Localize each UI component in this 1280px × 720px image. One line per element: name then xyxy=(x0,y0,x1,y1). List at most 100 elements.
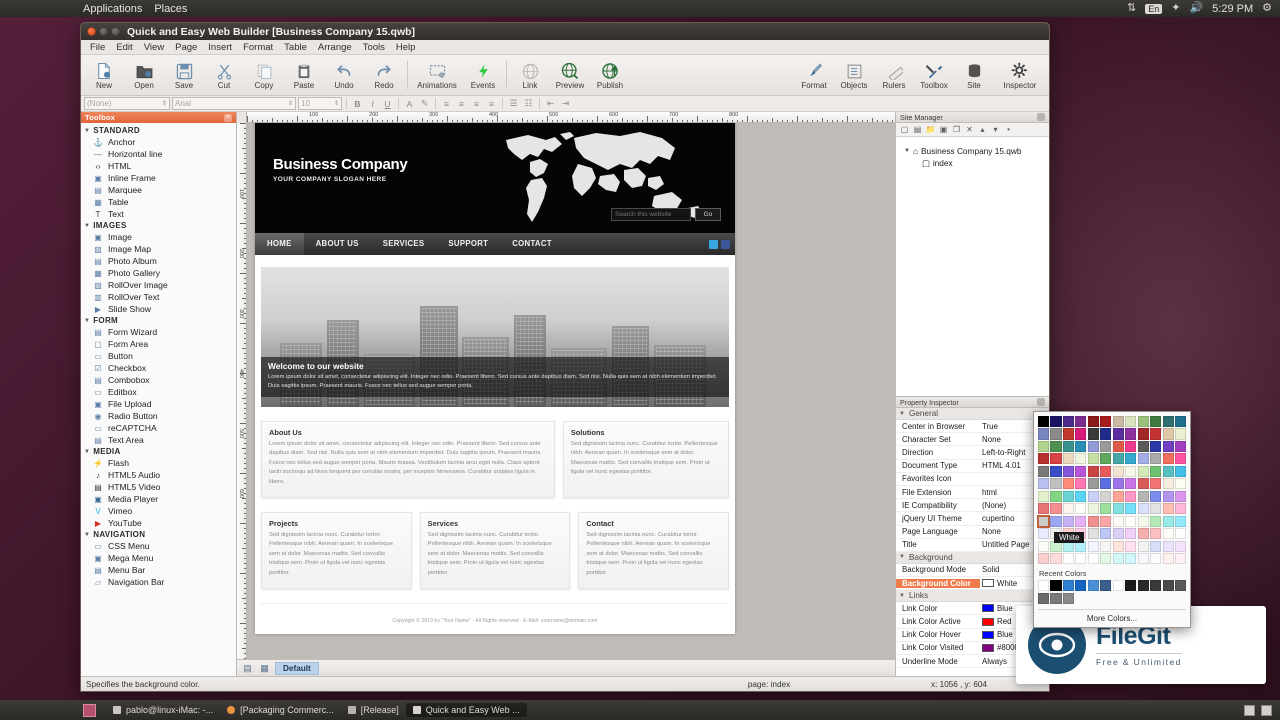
horizontal-ruler[interactable]: 100 200 300 400 500 600 700 800 xyxy=(247,112,895,123)
close-icon[interactable] xyxy=(1037,398,1045,406)
property-row-center-in-browser[interactable]: Center in Browser True xyxy=(896,420,1049,434)
color-swatch[interactable] xyxy=(982,630,994,639)
toolbox-item-flash[interactable]: ⚡ Flash xyxy=(81,457,236,469)
maximize-icon[interactable] xyxy=(111,27,120,36)
color-swatch[interactable] xyxy=(1150,478,1162,490)
property-group-general[interactable]: ▼ General xyxy=(896,408,1049,420)
color-swatch[interactable] xyxy=(1174,540,1187,552)
menu-page[interactable]: Page xyxy=(170,41,202,54)
align-center-button[interactable]: ≡ xyxy=(455,97,468,110)
site-nav-contact[interactable]: CONTACT xyxy=(500,233,564,255)
show-desktop-button[interactable] xyxy=(83,703,96,717)
menu-table[interactable]: Table xyxy=(279,41,312,54)
color-swatch[interactable] xyxy=(1150,416,1162,428)
facebook-icon[interactable] xyxy=(721,239,730,249)
format-button[interactable]: Format xyxy=(794,56,834,95)
recent-color-swatch[interactable] xyxy=(1162,580,1174,592)
toolbox-item-youtube[interactable]: ▶ YouTube xyxy=(81,517,236,529)
color-swatch[interactable] xyxy=(1050,453,1062,465)
color-swatch[interactable] xyxy=(1150,528,1162,540)
color-swatch[interactable] xyxy=(1112,540,1124,552)
toolbox-item-horizontal-line[interactable]: — Horizontal line xyxy=(81,148,236,160)
toolbox-group-standard[interactable]: ▼ STANDARD xyxy=(81,125,236,136)
recent-color-swatch[interactable] xyxy=(1038,580,1050,592)
toolbox-group-images[interactable]: ▼ IMAGES xyxy=(81,220,236,231)
color-swatch[interactable] xyxy=(1125,515,1137,527)
color-swatch[interactable] xyxy=(1174,428,1187,440)
color-swatch[interactable] xyxy=(1150,428,1162,440)
color-swatch[interactable] xyxy=(1062,490,1074,502)
tree-root-node[interactable]: ▼ ⌂ Business Company 15.qwb xyxy=(900,145,1045,157)
color-swatch[interactable] xyxy=(1162,490,1174,502)
web-page-design[interactable]: Business Company YOUR COMPANY SLOGAN HER… xyxy=(255,123,735,634)
recent-color-swatch[interactable] xyxy=(1087,580,1099,592)
color-swatch[interactable] xyxy=(1100,528,1112,540)
recent-color-swatch[interactable] xyxy=(1100,580,1112,592)
color-swatch[interactable] xyxy=(1050,478,1062,490)
toolbox-item-html5-video[interactable]: ▤ HTML5 Video xyxy=(81,481,236,493)
color-swatch[interactable] xyxy=(1038,465,1050,477)
color-swatch[interactable] xyxy=(1162,416,1174,428)
color-swatch[interactable] xyxy=(1137,515,1149,527)
color-swatch[interactable] xyxy=(1075,440,1087,452)
style-select[interactable]: (None) ⇕ xyxy=(84,97,170,110)
color-swatch[interactable] xyxy=(1087,528,1099,540)
save-button[interactable]: Save xyxy=(164,56,204,95)
taskbar-item-terminal[interactable]: pablo@linux-iMac: -... xyxy=(106,703,220,717)
color-swatch[interactable] xyxy=(1062,465,1074,477)
menu-tools[interactable]: Tools xyxy=(358,41,390,54)
color-swatch[interactable] xyxy=(1075,478,1087,490)
color-swatch[interactable] xyxy=(1125,440,1137,452)
color-swatch[interactable] xyxy=(1100,440,1112,452)
color-swatch[interactable] xyxy=(1162,552,1174,565)
menu-insert[interactable]: Insert xyxy=(203,41,237,54)
color-swatch[interactable] xyxy=(1174,528,1187,540)
color-swatch[interactable] xyxy=(1125,503,1137,515)
close-icon[interactable]: × xyxy=(224,113,232,122)
toolbox-item-radio-button[interactable]: ◉ Radio Button xyxy=(81,410,236,422)
workspace-1[interactable] xyxy=(1244,704,1255,716)
tree-child-node[interactable]: ▢ index xyxy=(900,157,1045,169)
color-swatch[interactable] xyxy=(1038,552,1050,565)
decrease-indent-button[interactable]: ⇤ xyxy=(544,97,557,110)
color-swatch[interactable] xyxy=(1050,440,1062,452)
color-swatch[interactable] xyxy=(1125,428,1137,440)
toolbox-group-media[interactable]: ▼ MEDIA xyxy=(81,446,236,457)
color-swatch[interactable] xyxy=(1050,503,1062,515)
toolbox-item-photo-album[interactable]: ▤ Photo Album xyxy=(81,255,236,267)
menu-file[interactable]: File xyxy=(85,41,110,54)
publish-button[interactable]: Publish xyxy=(590,56,630,95)
toolbox-item-rollover-image[interactable]: ▧ RollOver Image xyxy=(81,279,236,291)
toolbox-item-inline-frame[interactable]: ▣ Inline Frame xyxy=(81,172,236,184)
chevron-down-icon[interactable]: ▼ xyxy=(84,318,90,324)
color-swatch[interactable] xyxy=(1137,503,1149,515)
workspace-2[interactable] xyxy=(1261,704,1272,716)
recent-color-swatch[interactable] xyxy=(1125,580,1137,592)
site-nav-support[interactable]: SUPPORT xyxy=(436,233,500,255)
color-swatch[interactable] xyxy=(1112,453,1124,465)
color-swatch[interactable] xyxy=(1038,478,1050,490)
toolbox-item-marquee[interactable]: ▤ Marquee xyxy=(81,184,236,196)
property-row-background-mode[interactable]: Background Mode Solid xyxy=(896,564,1049,578)
chevron-down-icon[interactable]: ▼ xyxy=(899,411,905,417)
clock-label[interactable]: 5:29 PM xyxy=(1212,3,1253,15)
color-swatch[interactable] xyxy=(1050,428,1062,440)
chevron-down-icon[interactable]: ▼ xyxy=(84,128,90,134)
color-swatch[interactable] xyxy=(1062,515,1074,527)
color-swatch[interactable] xyxy=(1112,552,1124,565)
minimize-icon[interactable] xyxy=(99,27,108,36)
toolbox-item-button[interactable]: ▭ Button xyxy=(81,350,236,362)
objects-button[interactable]: Objects xyxy=(834,56,874,95)
toolbox-item-image[interactable]: ▣ Image xyxy=(81,231,236,243)
move-up-icon[interactable]: ▴ xyxy=(977,124,988,135)
color-swatch[interactable] xyxy=(1038,440,1050,452)
color-swatch[interactable] xyxy=(1087,490,1099,502)
underline-button[interactable]: U xyxy=(381,97,394,110)
color-swatch[interactable] xyxy=(1150,490,1162,502)
toolbox-item-mega-menu[interactable]: ▣ Mega Menu xyxy=(81,552,236,564)
site-manager-tree[interactable]: ▼ ⌂ Business Company 15.qwb ▢ index xyxy=(896,137,1049,396)
color-swatch[interactable] xyxy=(1062,428,1074,440)
property-row-favorites-icon[interactable]: Favorites Icon xyxy=(896,473,1049,486)
color-swatch[interactable] xyxy=(1062,478,1074,490)
toolbox-item-menu-bar[interactable]: ▤ Menu Bar xyxy=(81,564,236,576)
